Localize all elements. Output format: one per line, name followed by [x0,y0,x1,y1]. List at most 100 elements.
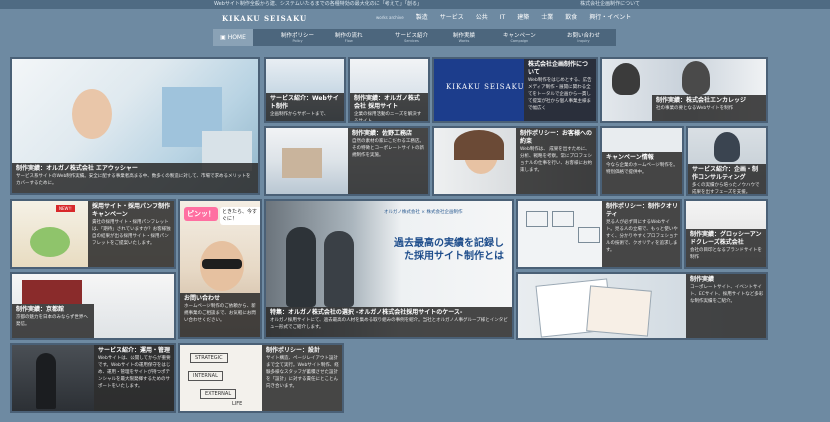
nav-sublabel: Policy [292,39,303,43]
works-tile-organo-recruit[interactable]: 制作実績：オルガノ株式会社 採用サイト 企業の採用活動のニーズを解決するサイト [348,57,430,123]
tile-title: 制作ポリシー：設計 [266,347,321,354]
tile-title: 制作実績：オルガノ株式会社 採用サイト [354,95,420,110]
nav-sublabel: Services [404,39,419,43]
tile-title: 制作実績 [690,276,715,283]
nav-sublabel: Flow [344,39,353,43]
tile-caption: サービス紹介：企画・制作コンサルティング 多くの実績から培ったノウハウで成果を出… [688,164,766,195]
tile-caption: 株式会社企画制作について Web制作をはじめとする、広告メディア制作・展開に関わ… [524,59,596,121]
brand-name: オルガノ株式会社 [384,210,420,215]
about-company-tile[interactable]: KIKAKU SEISAKU 株式会社企画制作について Web制作をはじめとする… [432,57,598,123]
tile-title: キャンペーン情報 [606,154,654,161]
tile-description: 企業の採用活動のニーズを解決するサイト [354,112,422,123]
tile-title: お問い合わせ [184,295,221,302]
tile-title: 制作ポリシー：制作クオリティ [606,203,679,218]
works-tile-sano[interactable]: 制作実績：佐野工務店 自然の素材の家にこだわる工務店。その特徴とコーポレートサイ… [264,126,430,196]
site-logo[interactable]: KIKAKU SEISAKU [222,14,307,23]
person-photo [714,132,740,162]
whiteboard-word: LIFE [232,401,243,407]
tile-description: ホームページ制作のご依頼から、新規事業のご相談まで、お気軽にお問い合わせください… [184,304,256,323]
tile-description: サイト構造、ページレイアウト設計まで全て実行。Webサイト制作、経験多様なスタッ… [266,356,339,389]
policy-tile-design[interactable]: STRATEGIC INTERNAL EXTERNAL LIFE 制作ポリシー：… [178,343,344,413]
tile-caption: 制作実績：株式会社エンカレッジ 社の事業の要となるWebサイトを制作 [652,95,766,121]
home-tab[interactable]: ▣ HOME [213,29,253,46]
tile-description: 見る人が必ず目にするWebサイト。見る人の立場で、もっと使いやすく、分かりやすく… [606,220,678,253]
category-link[interactable]: 飲食 [559,13,583,23]
service-tile-operation[interactable]: サービス紹介：運用・管理 Webサイトは、公開してからが重要です。Webサイトの… [10,343,176,413]
nav-flow[interactable]: 制作の流れ Flow [335,31,363,43]
speech-bubble: ピンッ！ [184,207,218,221]
works-archive-label: works archive [376,15,404,20]
person-photo [286,227,316,307]
service-tile-web[interactable]: サービス紹介：Webサイト制作 企画制作からサポートまで、 [264,57,346,123]
home-icon: ▣ [220,34,228,41]
works-tile-glossy[interactable]: 制作実績：グロッシーアンドクレーズ株式会社 会社の目印となるブランドサイトを制作 [684,199,768,269]
campaign-tile[interactable]: キャンペーン情報 今なら企業のホームページ制作を。特別価格で提供中。 [600,126,684,196]
whiteboard-word: STRATEGIC [190,353,228,363]
works-tile-encourage[interactable]: 制作実績：株式会社エンカレッジ 社の事業の要となるWebサイトを制作 [600,57,768,123]
feature-tile-organo[interactable]: オルガノ株式会社 × 株式会社企画制作 過去最高の実績を記録した採用サイト制作と… [264,199,514,339]
tile-description: Web制作は、 成果を出すために、 分析、戦略を考察。常にプロフェショナルの仕事… [520,147,592,173]
speech-bubble: ときたら、今すぐに！ [220,207,260,225]
tile-description: コーポレートサイト、イベントサイト、ECサイト、採用サイトなど多彩な制作実績をご… [690,285,764,304]
service-tile-consulting[interactable]: サービス紹介：企画・制作コンサルティング 多くの実績から培ったノウハウで成果を出… [686,126,768,196]
policy-tile-quality[interactable]: 制作ポリシー：制作クオリティ 見る人が必ず目にするWebサイト。見る人の立場で、… [516,199,682,269]
sprout-image [30,227,70,257]
house-image [282,148,322,178]
top-strip: Webサイト制作全般から建、システムいたるまでの各種特効の最大化のに「考えて」「… [0,0,830,9]
nav-campaign[interactable]: キャンペーン Campaign [503,31,536,43]
tile-caption: サービス紹介：運用・管理 Webサイトは、公開してからが重要です。Webサイトの… [94,345,174,411]
tile-title: サービス紹介：Webサイト制作 [270,95,339,110]
category-link[interactable]: IT [494,13,511,23]
tile-description: 多くの実績から培ったノウハウで成果を出すフェーズを支援。 [692,183,760,195]
tile-title: 制作実績：オルガノ株式会社 エアウッシャー [16,165,138,172]
company-logo: KIKAKU SEISAKU [446,83,525,91]
category-link[interactable]: 製造 [410,13,434,23]
inquiry-tile[interactable]: ピンッ！ ときたら、今すぐに！ お問い合わせ ホームページ制作のご依頼から、新規… [178,199,262,339]
category-link[interactable]: 士業 [535,13,559,23]
tile-description: 社の事業の要となるWebサイトを制作 [656,106,734,111]
tile-caption: 制作実績：オルガノ株式会社 採用サイト 企業の採用活動のニーズを解決するサイト [350,93,428,121]
tile-title: 制作実績：グロッシーアンドクレーズ株式会社 [690,231,762,246]
tile-caption: キャンペーン情報 今なら企業のホームページ制作を。特別価格で提供中。 [602,152,682,194]
nav-services[interactable]: サービス紹介 Services [395,31,428,43]
about-link[interactable]: 株式会社企画制作について [580,0,640,9]
tile-caption: お問い合わせ ホームページ制作のご依頼から、新規事業のご相談まで、お気軽にお問い… [180,293,260,337]
tile-title: サービス紹介：運用・管理 [98,347,171,354]
brand-logo: オルガノ株式会社 × 株式会社企画制作 [384,210,463,215]
tile-title: 採用サイト・採用パンフ制作キャンペーン [92,203,171,218]
tile-description: サービス系サイトのWeb制作実績。安全に配する事業者高まる中、数多くの製造に対し… [16,174,251,186]
category-link[interactable]: 建築 [511,13,535,23]
tile-caption: 制作実績：オルガノ株式会社 エアウッシャー サービス系サイトのWeb制作実績。安… [12,163,258,193]
tagline: Webサイト制作全般から建、システムいたるまでの各種特効の最大化のに「考えて」「… [214,1,423,7]
category-link[interactable]: 公共 [470,13,494,23]
tile-title: 制作実績：京都館 [16,306,65,313]
nav-inquiry[interactable]: お問い合わせ Inquiry [567,31,600,43]
works-tile-kyoto[interactable]: 制作実績：京都館 京都の魅力を日本のみならず世界へ発信。 [10,272,176,340]
sunglasses-shape [202,259,242,269]
nav-policy[interactable]: 制作ポリシー Policy [281,31,314,43]
nav-works[interactable]: 制作実績 Works [453,31,475,43]
whiteboard-word: INTERNAL [188,371,223,381]
feature-headline: 過去最高の実績を記録した採用サイト制作とは [394,238,504,262]
person-photo [682,61,710,95]
tile-caption: 制作ポリシー：設計 サイト構造、ページレイアウト設計まで全て実行。Webサイト制… [262,345,342,411]
works-tile-overview[interactable]: 制作実績 コーポレートサイト、イベントサイト、ECサイト、採用サイトなど多彩な制… [516,272,768,340]
tile-description: 会社の目印となるブランドサイトを制作 [690,248,762,260]
person-photo [324,231,354,307]
category-link[interactable]: サービス [434,13,470,23]
tile-description: 京都の魅力を日本のみならず世界へ発信。 [16,315,88,327]
tile-caption: 制作ポリシー：制作クオリティ 見る人が必ず目にするWebサイト。見る人の立場で、… [602,201,680,267]
tile-caption: 特集：オルガノ株式会社の選択 -オルガノ株式会社採用サイトのケース- オルガノ採… [266,307,512,337]
category-link[interactable]: 興行・イベント [583,13,637,23]
new-badge: NEW!! [56,205,75,212]
home-label: HOME [227,34,246,41]
tile-description: 企画制作からサポートまで、 [270,112,329,117]
tile-title: 制作ポリシー：お客様への約束 [520,130,593,145]
tile-caption: 採用サイト・採用パンフ制作キャンペーン 貴社の採用サイト・採用パンフレットは、「… [88,201,174,267]
recruit-campaign-tile[interactable]: NEW!! 採用サイト・採用パンフ制作キャンペーン 貴社の採用サイト・採用パンフ… [10,199,176,269]
works-tile-airwasher[interactable]: 制作実績：オルガノ株式会社 エアウッシャー サービス系サイトのWeb制作実績。安… [10,57,260,195]
tile-description: Web制作をはじめとする、広告メディア制作・展開に関わる全てをトータルで企画から… [528,78,592,111]
tile-caption: 制作実績：京都館 京都の魅力を日本のみならず世界へ発信。 [12,304,94,338]
brand-name: 株式会社企画制作 [426,210,463,215]
policy-tile-promise[interactable]: 制作ポリシー：お客様への約束 Web制作は、 成果を出すために、 分析、戦略を考… [432,126,598,196]
